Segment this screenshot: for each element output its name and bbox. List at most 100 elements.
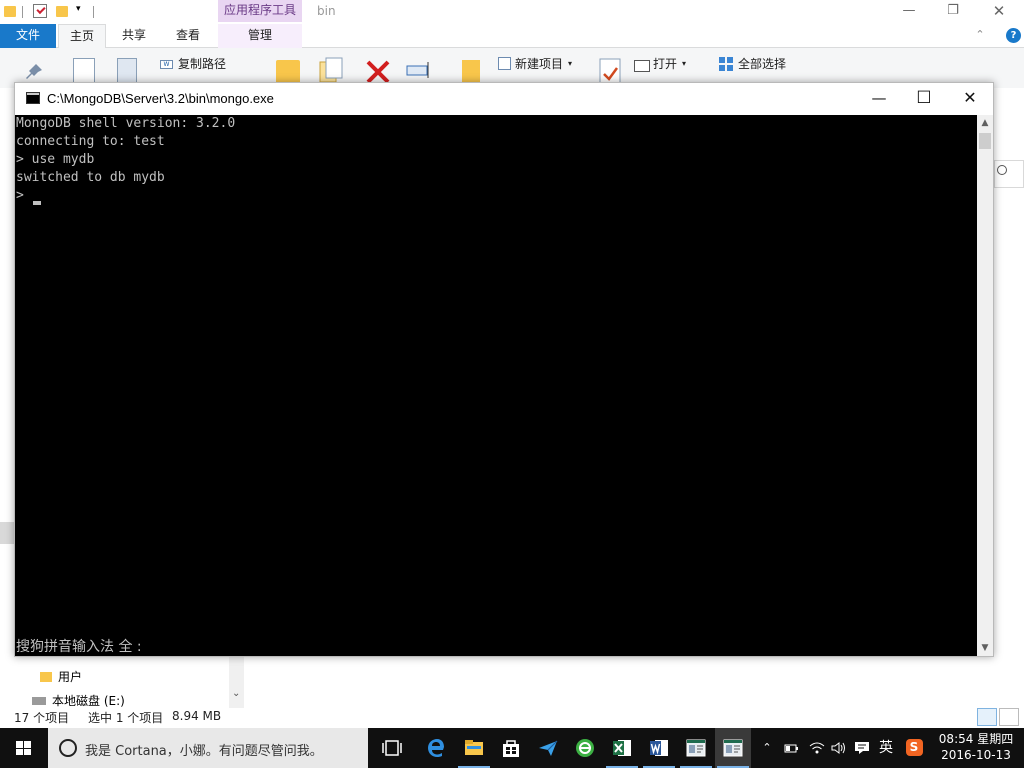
new-item-icon <box>498 57 511 70</box>
console-close-button[interactable]: ✕ <box>947 83 993 115</box>
tab-home[interactable]: 主页 <box>58 24 106 49</box>
show-hidden-icons-button[interactable]: ⌃ <box>758 728 776 768</box>
select-all-icon <box>719 57 734 72</box>
nav-item-users[interactable]: 用户 <box>40 668 82 685</box>
copy-path-icon: W <box>160 60 173 69</box>
new-folder-icon[interactable] <box>56 6 68 17</box>
window-icon <box>723 739 743 757</box>
word-taskbar-button[interactable] <box>641 728 677 768</box>
ribbon-expand-icon[interactable]: ⌃ <box>968 24 992 48</box>
explorer-search-box[interactable] <box>994 160 1024 188</box>
store-icon <box>503 740 519 757</box>
item-count: 17 个项目 <box>14 711 70 725</box>
clock-time: 08:54 星期四 <box>938 732 1014 746</box>
copy-icon[interactable] <box>73 58 95 84</box>
explorer-statusbar: 17 个项目 选中 1 个项目 8.94 MB <box>0 708 1024 728</box>
open-button[interactable]: 打开 <box>653 56 677 72</box>
window-icon <box>686 739 706 757</box>
edge-taskbar-button[interactable] <box>418 728 454 768</box>
ime-status-line: 搜狗拼音输入法 全 : <box>16 639 142 655</box>
excel-icon <box>613 740 631 756</box>
scroll-down-icon[interactable]: ⌄ <box>232 688 240 699</box>
ribbon-tab-bar: 文件 主页 共享 查看 管理 ⌃ ? <box>0 24 1024 49</box>
move-to-icon[interactable] <box>276 60 300 84</box>
copy-path-button[interactable]: 复制路径 <box>178 56 226 72</box>
360-browser-taskbar-button[interactable] <box>567 728 603 768</box>
console-app-icon[interactable] <box>26 92 40 104</box>
scroll-down-icon[interactable]: ▼ <box>977 640 993 656</box>
console-line: > use mydb <box>16 152 95 167</box>
new-item-button[interactable]: 新建项目 <box>515 56 563 72</box>
file-explorer-taskbar-button[interactable] <box>456 728 492 768</box>
console-line: connecting to: test <box>16 134 165 149</box>
pin-icon[interactable] <box>24 62 42 80</box>
cortana-icon <box>59 739 77 757</box>
open-dropdown-icon[interactable]: ▾ <box>682 56 686 72</box>
scroll-thumb[interactable] <box>979 133 991 149</box>
console-maximize-button[interactable]: ☐ <box>901 83 947 115</box>
tab-share[interactable]: 共享 <box>110 24 158 48</box>
volume-icon[interactable] <box>829 728 849 768</box>
task-view-button[interactable] <box>374 728 410 768</box>
cortana-search-box[interactable]: 我是 Cortana，小娜。有问题尽管问我。 <box>48 728 368 768</box>
desktop: ▾ 应用程序工具 bin — ❐ ✕ 文件 主页 共享 查看 管理 ⌃ ? W … <box>0 0 1024 768</box>
nav-item-local-disk[interactable]: 本地磁盘 (E:) <box>32 692 125 708</box>
rename-icon[interactable] <box>406 62 434 78</box>
navigation-pane: 用户 本地磁盘 (E:) ⌄ <box>0 656 244 708</box>
text-cursor <box>33 201 41 205</box>
copy-to-icon[interactable] <box>318 56 344 84</box>
nav-item-label: 用户 <box>58 670 83 684</box>
explorer-restore-button[interactable]: ❐ <box>930 0 976 24</box>
qat-dropdown-icon[interactable]: ▾ <box>76 4 81 20</box>
qat-separator <box>93 6 94 18</box>
tab-view[interactable]: 查看 <box>164 24 212 48</box>
drive-icon <box>32 697 46 705</box>
console-title: C:\MongoDB\Server\3.2\bin\mongo.exe <box>47 91 274 106</box>
sogou-ime-icon[interactable]: S <box>902 728 926 768</box>
console-minimize-button[interactable]: — <box>856 83 902 115</box>
console-output[interactable]: MongoDB shell version: 3.2.0 connecting … <box>15 115 977 656</box>
paste-icon[interactable] <box>117 58 137 84</box>
input-language-indicator[interactable]: 英 <box>876 728 896 768</box>
selected-count: 选中 1 个项目 <box>88 711 164 725</box>
console-line: MongoDB shell version: 3.2.0 <box>16 116 236 131</box>
edge-icon <box>428 739 444 758</box>
new-folder-ribbon-icon[interactable] <box>462 60 480 84</box>
feiq-taskbar-button[interactable] <box>530 728 566 768</box>
tab-file[interactable]: 文件 <box>0 24 56 48</box>
context-tab-header: 应用程序工具 <box>218 0 302 22</box>
action-center-icon[interactable] <box>851 728 873 768</box>
select-all-button[interactable]: 全部选择 <box>738 56 786 72</box>
network-icon[interactable] <box>806 728 828 768</box>
explorer-close-button[interactable]: ✕ <box>976 0 1022 24</box>
console-line: switched to db mydb <box>16 170 165 185</box>
large-icons-view-button[interactable] <box>999 708 1019 726</box>
folder-icon[interactable] <box>4 6 16 17</box>
windows-logo-icon <box>16 741 31 755</box>
console-scrollbar[interactable]: ▲ ▼ <box>977 115 993 656</box>
scroll-up-icon[interactable]: ▲ <box>977 115 993 131</box>
start-button[interactable] <box>0 728 48 768</box>
help-icon[interactable]: ? <box>1006 28 1021 43</box>
explorer-minimize-button[interactable]: — <box>886 0 932 24</box>
new-item-dropdown-icon[interactable]: ▾ <box>568 56 572 72</box>
details-view-button[interactable] <box>977 708 997 726</box>
taskbar: 我是 Cortana，小娜。有问题尽管问我。 ⌃ 英 S 08:54 星期四 2… <box>0 728 1024 768</box>
console-window: C:\MongoDB\Server\3.2\bin\mongo.exe — ☐ … <box>14 82 994 657</box>
system-clock[interactable]: 08:54 星期四 2016-10-13 <box>938 731 1014 763</box>
console-taskbar-button[interactable] <box>715 728 751 768</box>
nav-pane-scrollbar[interactable]: ⌄ <box>229 656 244 708</box>
360-browser-icon <box>576 739 594 757</box>
tab-manage[interactable]: 管理 <box>218 24 302 48</box>
bird-icon <box>539 740 558 756</box>
console-titlebar[interactable]: C:\MongoDB\Server\3.2\bin\mongo.exe — ☐ … <box>15 83 993 115</box>
excel-taskbar-button[interactable] <box>604 728 640 768</box>
selected-size: 8.94 MB <box>172 709 222 723</box>
explorer-title: bin <box>317 4 336 18</box>
cortana-search-placeholder: 我是 Cortana，小娜。有问题尽管问我。 <box>85 744 323 759</box>
battery-icon[interactable] <box>780 728 802 768</box>
properties-icon[interactable] <box>33 4 47 18</box>
store-taskbar-button[interactable] <box>493 728 529 768</box>
console-prompt: > <box>16 188 24 203</box>
document-window-taskbar-button[interactable] <box>678 728 714 768</box>
